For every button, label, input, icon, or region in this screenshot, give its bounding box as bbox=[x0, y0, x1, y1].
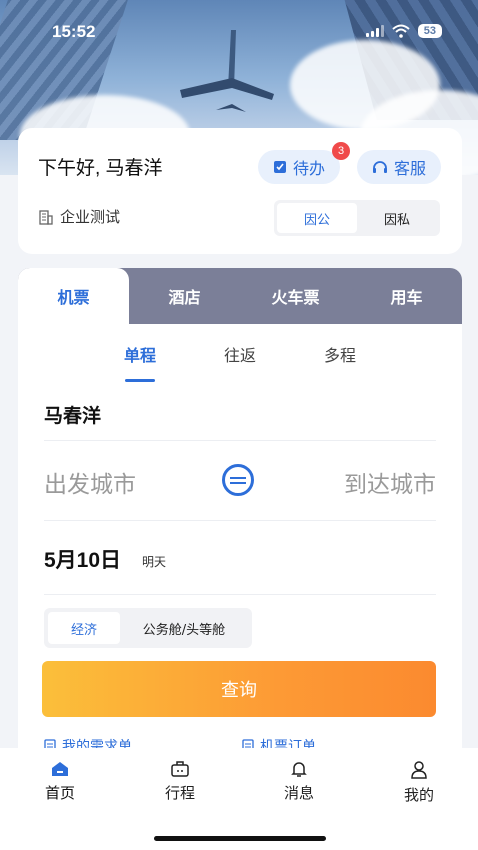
plane-photo bbox=[180, 30, 274, 112]
search-button[interactable]: 查询 bbox=[42, 661, 436, 717]
arrival-city-field[interactable]: 到达城市 bbox=[344, 465, 436, 499]
trip-type-multi[interactable]: 多程 bbox=[324, 342, 356, 366]
briefcase-icon bbox=[171, 761, 189, 777]
home-icon bbox=[52, 762, 68, 776]
swap-icon[interactable] bbox=[222, 464, 254, 496]
bell-icon bbox=[291, 762, 307, 777]
trip-purpose-toggle: 因公 因私 bbox=[274, 200, 440, 236]
signal-icon bbox=[365, 25, 384, 37]
tab-flight[interactable]: 机票 bbox=[18, 268, 129, 324]
cabin-economy-option[interactable]: 经济 bbox=[48, 612, 120, 644]
greeting-card: 下午好, 马春洋 待办 3 客服 企业测试 因公 因私 bbox=[18, 128, 462, 254]
departure-city-field[interactable]: 出发城市 bbox=[44, 465, 136, 499]
customer-service-button[interactable]: 客服 bbox=[357, 150, 441, 184]
trip-type-roundtrip[interactable]: 往返 bbox=[224, 342, 256, 366]
divider bbox=[44, 520, 436, 521]
date-relative-label: 明天 bbox=[142, 555, 167, 569]
status-time: 15:52 bbox=[52, 22, 96, 41]
home-indicator bbox=[154, 836, 326, 841]
booking-card: 机票 酒店 火车票 用车 单程 往返 多程 马春洋 出发城市 到达城市 5月10… bbox=[18, 268, 462, 758]
todo-button[interactable]: 待办 bbox=[258, 150, 340, 184]
building-icon bbox=[39, 209, 53, 225]
nav-messages[interactable]: 消息 bbox=[259, 760, 339, 803]
passenger-name[interactable]: 马春洋 bbox=[44, 401, 101, 428]
departure-date[interactable]: 5月10日 bbox=[44, 544, 121, 574]
nav-profile-label: 我的 bbox=[403, 786, 434, 804]
cabin-business-option[interactable]: 公务舱/头等舱 bbox=[120, 612, 248, 644]
nav-home[interactable]: 首页 bbox=[20, 760, 100, 803]
service-tabs: 机票 酒店 火车票 用车 bbox=[18, 268, 462, 324]
battery-indicator: 53 bbox=[417, 24, 442, 38]
nav-trips[interactable]: 行程 bbox=[140, 760, 220, 803]
bottom-nav: 首页 行程 消息 我的 bbox=[0, 748, 478, 850]
todo-icon bbox=[273, 161, 286, 173]
nav-messages-label: 消息 bbox=[283, 784, 314, 802]
trip-type-tabs: 单程 往返 多程 bbox=[18, 342, 462, 382]
trip-type-indicator bbox=[125, 379, 155, 382]
todo-label: 待办 bbox=[292, 159, 325, 178]
company-selector[interactable]: 企业测试 bbox=[38, 206, 120, 227]
headset-icon bbox=[372, 160, 387, 173]
tab-car[interactable]: 用车 bbox=[351, 268, 462, 324]
purpose-private-option[interactable]: 因私 bbox=[357, 203, 437, 233]
divider bbox=[44, 594, 436, 595]
todo-count-badge: 3 bbox=[332, 142, 350, 160]
nav-trips-label: 行程 bbox=[164, 784, 195, 802]
trip-type-oneway[interactable]: 单程 bbox=[124, 342, 156, 366]
nav-profile[interactable]: 我的 bbox=[379, 760, 459, 805]
greeting-text: 下午好, 马春洋 bbox=[38, 158, 163, 179]
status-icons: 53 bbox=[365, 24, 442, 38]
company-name: 企业测试 bbox=[60, 208, 121, 226]
wifi-icon bbox=[392, 24, 410, 38]
purpose-business-option[interactable]: 因公 bbox=[277, 203, 357, 233]
cabin-class-toggle: 经济 公务舱/头等舱 bbox=[44, 608, 252, 648]
customer-service-label: 客服 bbox=[393, 159, 426, 178]
tab-hotel[interactable]: 酒店 bbox=[129, 268, 240, 324]
tab-train[interactable]: 火车票 bbox=[240, 268, 351, 324]
user-icon bbox=[411, 761, 427, 779]
nav-home-label: 首页 bbox=[44, 784, 75, 802]
divider bbox=[44, 440, 436, 441]
